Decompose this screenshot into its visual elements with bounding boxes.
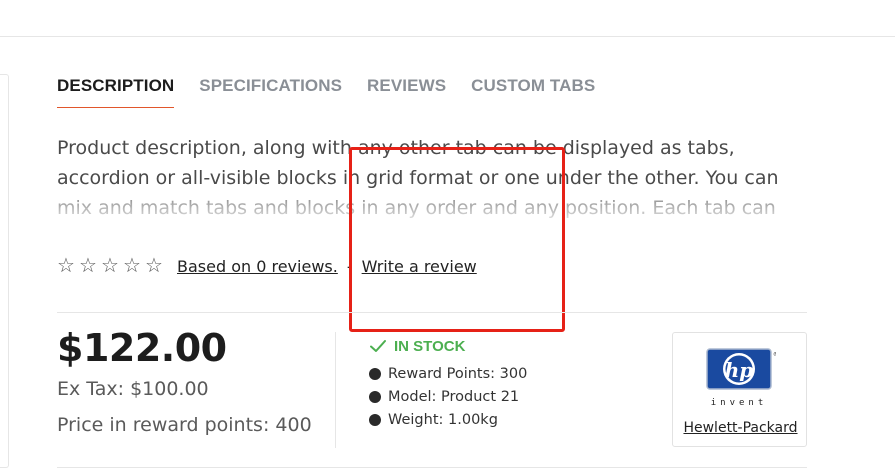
left-panel-edge — [0, 74, 9, 468]
brand-card[interactable]: hp ® invent Hewlett-Packard — [672, 332, 807, 447]
rating-separator: - — [346, 256, 353, 276]
spec-item: Weight: 1.00kg — [369, 408, 527, 431]
brand-name-link[interactable]: Hewlett-Packard — [673, 420, 808, 436]
logo-text: hp — [725, 358, 754, 382]
spec-reward-points: Reward Points: 300 — [388, 365, 528, 382]
brand-logo[interactable]: hp ® invent — [706, 347, 776, 411]
ex-tax-price: Ex Tax: $100.00 — [57, 378, 209, 400]
tab-custom-tabs[interactable]: CUSTOM TABS — [471, 74, 595, 108]
header-border — [0, 36, 895, 37]
bullet-icon — [369, 413, 381, 426]
logo-tagline: invent — [711, 398, 768, 408]
rating-stars: ☆ ☆ ☆ ☆ ☆ — [57, 256, 167, 276]
spec-weight: Weight: 1.00kg — [388, 411, 498, 428]
svg-text:®: ® — [773, 351, 776, 358]
product-price: $122.00 — [57, 326, 227, 370]
write-review-link[interactable]: Write a review — [362, 257, 477, 276]
product-specs: Reward Points: 300 Model: Product 21 Wei… — [369, 362, 527, 431]
column-divider — [335, 332, 336, 448]
reward-points-price: Price in reward points: 400 — [57, 414, 312, 436]
stock-status: IN STOCK — [369, 337, 465, 355]
section-divider — [57, 312, 807, 313]
star-icon: ☆ — [145, 255, 163, 277]
product-tabs: DESCRIPTION SPECIFICATIONS REVIEWS CUSTO… — [57, 74, 620, 108]
star-icon: ☆ — [57, 255, 75, 277]
star-icon: ☆ — [123, 255, 141, 277]
spec-item: Reward Points: 300 — [369, 362, 527, 385]
tab-specifications[interactable]: SPECIFICATIONS — [199, 74, 342, 108]
check-icon — [370, 340, 386, 352]
tab-reviews[interactable]: REVIEWS — [367, 74, 446, 108]
bullet-icon — [369, 367, 381, 380]
bullet-icon — [369, 390, 381, 403]
star-icon: ☆ — [101, 255, 119, 277]
product-description: Product description, along with any othe… — [57, 137, 779, 219]
spec-item: Model: Product 21 — [369, 385, 527, 408]
tab-description[interactable]: DESCRIPTION — [57, 74, 175, 108]
reviews-count-link[interactable]: Based on 0 reviews. — [177, 257, 338, 276]
rating-row: ☆ ☆ ☆ ☆ ☆ Based on 0 reviews. - Write a … — [57, 254, 477, 278]
star-icon: ☆ — [79, 255, 97, 277]
stock-label: IN STOCK — [394, 337, 466, 355]
spec-model: Model: Product 21 — [388, 388, 520, 405]
